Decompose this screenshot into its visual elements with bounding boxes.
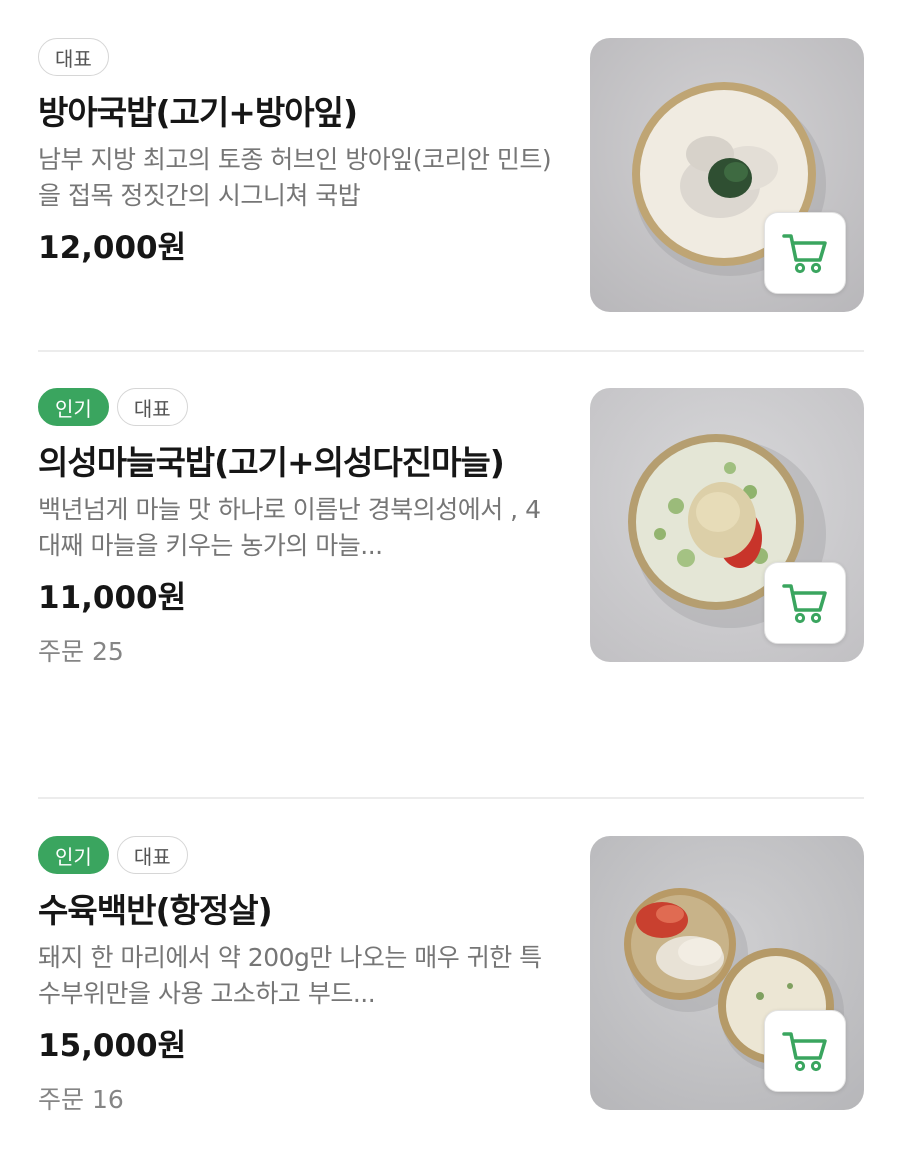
menu-item-description: 돼지 한 마리에서 약 200g만 나오는 매우 귀한 특수부위만을 사용 고소… bbox=[38, 943, 542, 1008]
menu-item-price: 12,000원 bbox=[38, 230, 187, 266]
menu-item-description: 백년넘게 마늘 맛 하나로 이름난 경북의성에서 , 4대째 마늘을 키우는 농… bbox=[38, 495, 541, 560]
badge-row: 대표 bbox=[38, 38, 558, 78]
menu-item[interactable]: 인기 대표 수육백반(항정살) 돼지 한 마리에서 약 200g만 나오는 매우… bbox=[38, 836, 864, 1118]
order-count: 주문 16 bbox=[38, 1085, 124, 1114]
menu-item-photo[interactable] bbox=[590, 38, 864, 312]
menu-item-info: 인기 대표 의성마늘국밥(고기+의성다진마늘) 백년넘게 마늘 맛 하나로 이름… bbox=[38, 388, 558, 670]
cart-icon bbox=[782, 1032, 827, 1072]
menu-item-photo[interactable] bbox=[590, 388, 864, 662]
popular-badge: 인기 bbox=[38, 388, 109, 426]
menu-item-info: 인기 대표 수육백반(항정살) 돼지 한 마리에서 약 200g만 나오는 매우… bbox=[38, 836, 558, 1118]
cart-icon bbox=[782, 234, 827, 274]
representative-badge: 대표 bbox=[116, 836, 188, 874]
divider bbox=[38, 350, 864, 352]
representative-badge: 대표 bbox=[116, 388, 188, 426]
menu-item-name: 의성마늘국밥(고기+의성다진마늘) bbox=[38, 443, 505, 482]
badge-row: 인기 대표 bbox=[38, 388, 558, 428]
menu-item-price: 11,000원 bbox=[38, 580, 187, 616]
menu-item-photo[interactable] bbox=[590, 836, 864, 1110]
add-to-cart-button[interactable] bbox=[764, 562, 846, 644]
menu-item-name: 수육백반(항정살) bbox=[38, 891, 273, 930]
cart-icon bbox=[782, 584, 827, 624]
add-to-cart-button[interactable] bbox=[764, 1010, 846, 1092]
popular-badge: 인기 bbox=[38, 836, 109, 874]
divider bbox=[38, 797, 864, 799]
representative-badge: 대표 bbox=[38, 38, 109, 76]
menu-item-name: 방아국밥(고기+방아잎) bbox=[38, 93, 358, 132]
menu-item-info: 대표 방아국밥(고기+방아잎) 남부 지방 최고의 토종 허브인 방아잎(코리안… bbox=[38, 38, 558, 270]
menu-item-price: 15,000원 bbox=[38, 1028, 187, 1064]
order-count: 주문 25 bbox=[38, 637, 124, 666]
badge-row: 인기 대표 bbox=[38, 836, 558, 876]
add-to-cart-button[interactable] bbox=[764, 212, 846, 294]
menu-item[interactable]: 인기 대표 의성마늘국밥(고기+의성다진마늘) 백년넘게 마늘 맛 하나로 이름… bbox=[38, 388, 864, 670]
menu-item[interactable]: 대표 방아국밥(고기+방아잎) 남부 지방 최고의 토종 허브인 방아잎(코리안… bbox=[38, 38, 864, 312]
menu-item-description: 남부 지방 최고의 토종 허브인 방아잎(코리안 민트)을 접목 정짓간의 시그… bbox=[38, 145, 552, 210]
